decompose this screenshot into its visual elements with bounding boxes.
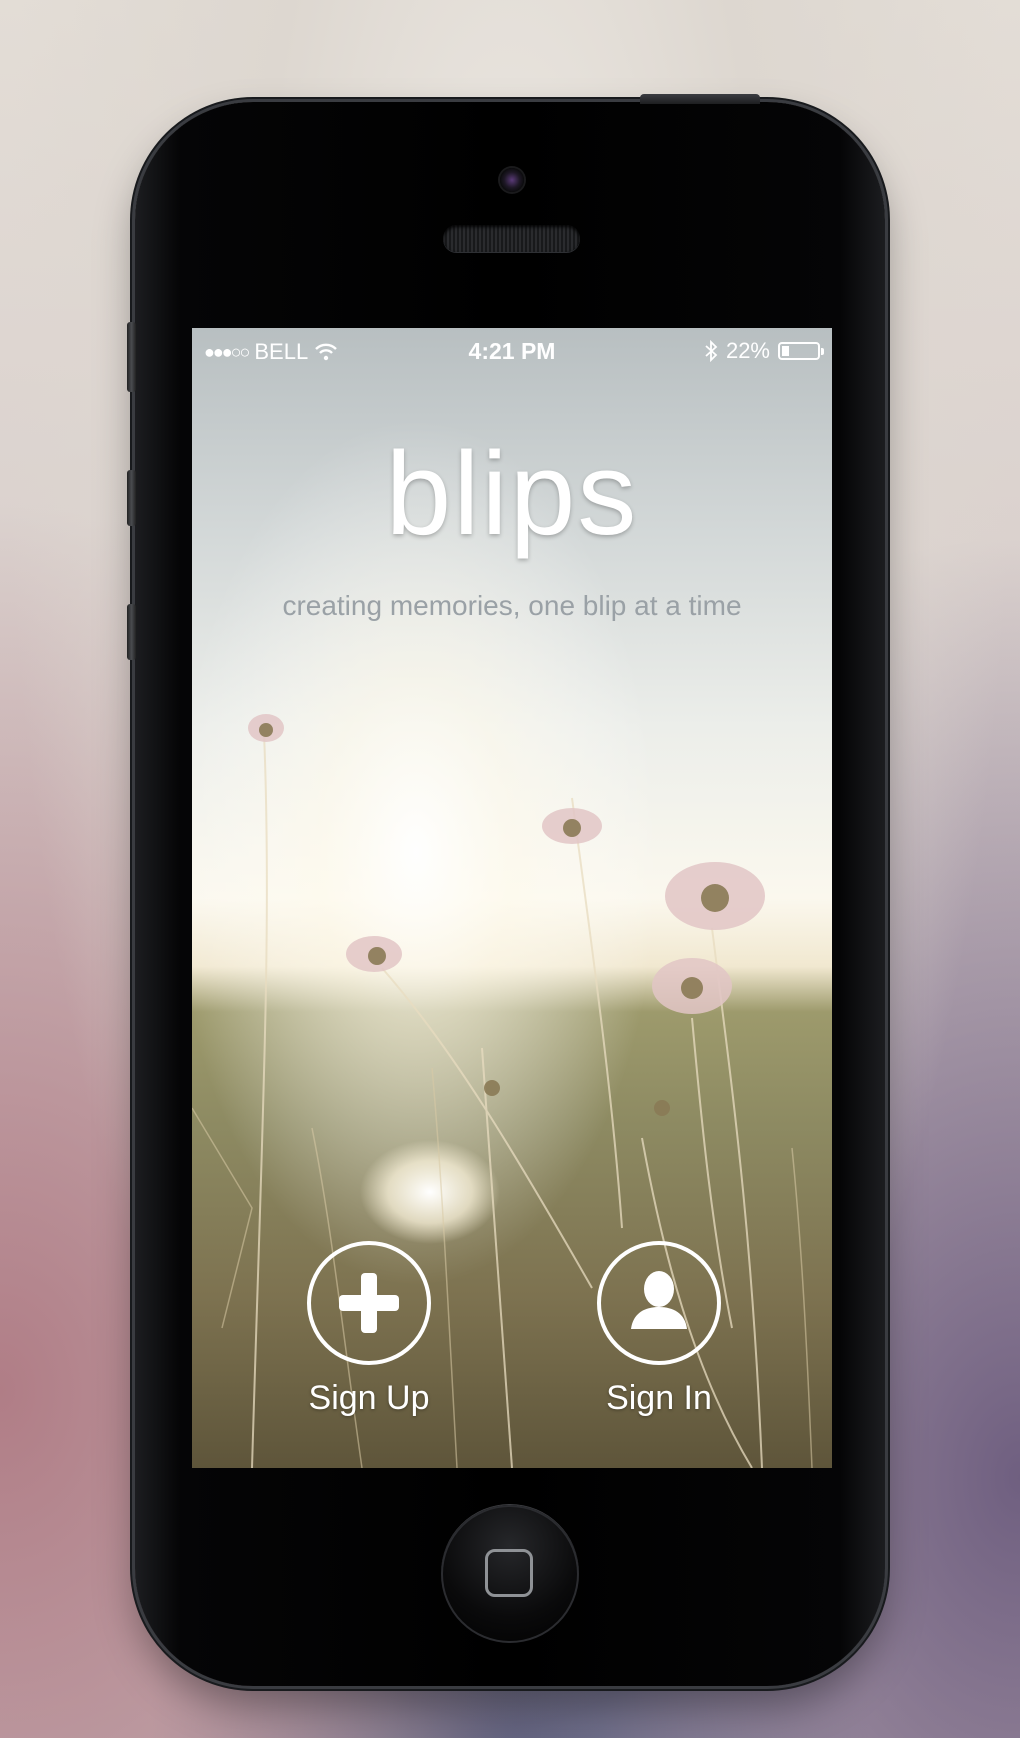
home-square-icon xyxy=(485,1549,533,1597)
sign-in-circle[interactable] xyxy=(597,1241,721,1365)
status-right: 22% xyxy=(704,338,824,364)
bluetooth-icon xyxy=(705,340,718,362)
volume-down-button xyxy=(127,604,136,660)
power-button xyxy=(640,94,760,104)
home-button[interactable] xyxy=(441,1505,579,1643)
user-icon xyxy=(631,1271,687,1329)
earpiece-speaker xyxy=(443,225,580,252)
volume-up-button xyxy=(127,470,136,526)
battery-percent: 22% xyxy=(725,338,770,363)
front-camera xyxy=(500,168,524,192)
app-tagline: creating memories, one blip at a time xyxy=(282,590,742,621)
sign-in-label[interactable]: Sign In xyxy=(584,1379,734,1418)
battery-icon xyxy=(778,342,824,360)
sign-up-label[interactable]: Sign Up xyxy=(294,1379,444,1418)
app-screen: ●●●○○ BELL 4:21 PM 22% blips creating me… xyxy=(192,328,832,1468)
app-logo: blips xyxy=(385,428,639,560)
mute-switch xyxy=(127,322,136,392)
sign-in-button[interactable]: Sign In xyxy=(584,1241,734,1418)
battery-level xyxy=(782,346,789,356)
sign-up-circle[interactable] xyxy=(307,1241,431,1365)
sign-up-button[interactable]: Sign Up xyxy=(294,1241,444,1418)
status-bar: ●●●○○ BELL 4:21 PM 22% xyxy=(192,328,832,376)
plus-icon xyxy=(339,1273,399,1333)
